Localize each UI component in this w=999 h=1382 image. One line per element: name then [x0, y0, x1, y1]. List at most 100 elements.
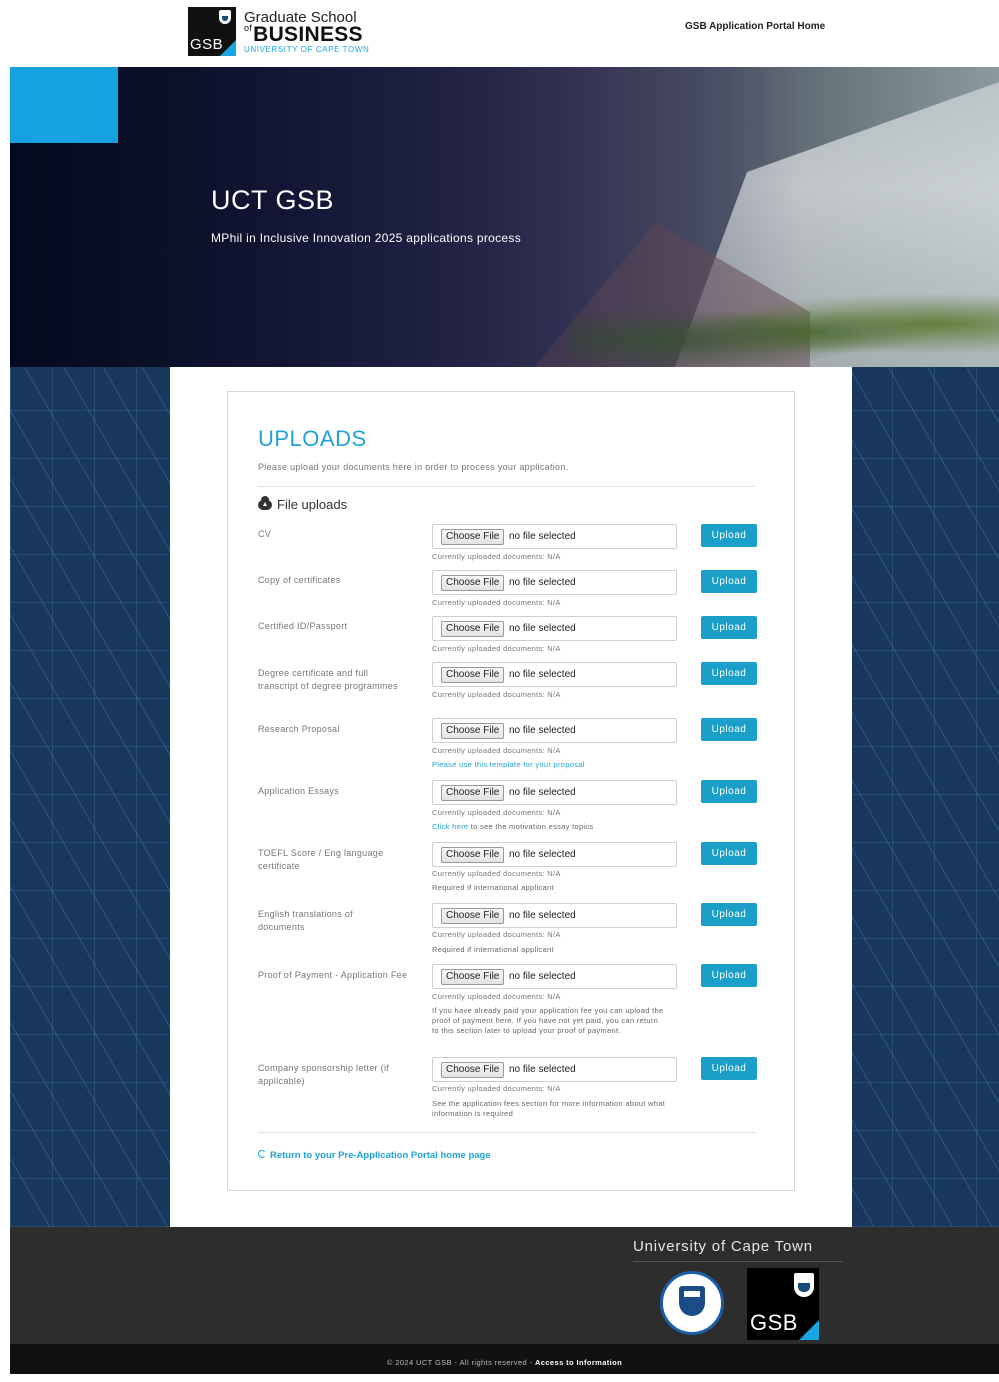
- logo-box-text: GSB: [190, 36, 224, 53]
- logo-of: of: [244, 23, 253, 33]
- divider-top: [258, 486, 756, 487]
- upload-label-proof-of-payment: Proof of Payment - Application Fee: [258, 970, 408, 980]
- file-input-proof-of-payment[interactable]: Choose File no file selected: [432, 964, 677, 989]
- file-input-research-proposal[interactable]: Choose File no file selected: [432, 718, 677, 743]
- current-docs: Currently uploaded documents: N/A: [432, 552, 561, 561]
- hero-accent-square: [10, 67, 118, 143]
- file-input-degree-certificate[interactable]: Choose File no file selected: [432, 662, 677, 687]
- crest-shield-icon: [679, 1286, 705, 1316]
- portal-home-link[interactable]: GSB Application Portal Home: [685, 21, 825, 32]
- gsb-logo-box: GSB: [188, 7, 236, 56]
- upload-label-application-essays: Application Essays: [258, 786, 339, 796]
- upload-button-toefl[interactable]: Upload: [701, 842, 757, 865]
- current-docs: Currently uploaded documents: N/A: [432, 869, 561, 878]
- upload-label-sponsorship-letter: Company sponsorship letter (if applicabl…: [258, 1063, 390, 1086]
- upload-label-toefl: TOEFL Score / Eng language certificate: [258, 848, 384, 871]
- upload-label-id-passport: Certified ID/Passport: [258, 621, 348, 631]
- essay-topics-text: to see the motivation essay topics: [468, 822, 594, 831]
- translations-note: Required if international applicant: [432, 945, 554, 954]
- choose-file-button[interactable]: Choose File: [441, 847, 505, 863]
- gsb-footer-text: GSB: [750, 1310, 798, 1335]
- choose-file-button[interactable]: Choose File: [441, 969, 505, 985]
- current-docs: Currently uploaded documents: N/A: [432, 930, 561, 939]
- no-file-text: no file selected: [509, 910, 576, 921]
- hero-subtitle: MPhil in Inclusive Innovation 2025 appli…: [211, 231, 522, 245]
- upload-button-application-essays[interactable]: Upload: [701, 780, 757, 803]
- file-input-application-essays[interactable]: Choose File no file selected: [432, 780, 677, 805]
- choose-file-button[interactable]: Choose File: [441, 575, 505, 591]
- current-docs: Currently uploaded documents: N/A: [432, 808, 561, 817]
- hero-overlay: [10, 67, 999, 367]
- upload-button-proof-of-payment[interactable]: Upload: [701, 964, 757, 987]
- choose-file-button[interactable]: Choose File: [441, 1062, 505, 1078]
- choose-file-button[interactable]: Choose File: [441, 529, 505, 545]
- upload-label-english-translations: English translations of documents: [258, 909, 353, 932]
- upload-label-research-proposal: Research Proposal: [258, 724, 340, 734]
- upload-button-english-translations[interactable]: Upload: [701, 903, 757, 926]
- return-home-text: Return to your Pre-Application Portal ho…: [270, 1150, 491, 1161]
- current-docs: Currently uploaded documents: N/A: [432, 644, 561, 653]
- essay-topics-note: Click here to see the motivation essay t…: [432, 822, 667, 832]
- gsb-corner-accent: [799, 1320, 819, 1340]
- current-docs: Currently uploaded documents: N/A: [432, 992, 561, 1001]
- upload-button-degree-certificate[interactable]: Upload: [701, 662, 757, 685]
- file-input-toefl[interactable]: Choose File no file selected: [432, 842, 677, 867]
- no-file-text: no file selected: [509, 669, 576, 680]
- no-file-text: no file selected: [509, 623, 576, 634]
- upload-button-certificates[interactable]: Upload: [701, 570, 757, 593]
- copyright-text: © 2024 UCT GSB - All rights reserved -: [386, 1358, 535, 1367]
- logo-line3: UNIVERSITY OF CAPE TOWN: [244, 45, 370, 54]
- divider-bottom: [258, 1132, 756, 1133]
- footer-divider: [633, 1261, 843, 1262]
- file-uploads-heading-text: File uploads: [277, 497, 348, 512]
- upload-label-certificates: Copy of certificates: [258, 575, 341, 585]
- file-uploads-heading: File uploads: [258, 495, 348, 512]
- no-file-text: no file selected: [509, 787, 576, 798]
- upload-button-cv[interactable]: Upload: [701, 524, 757, 547]
- file-input-id-passport[interactable]: Choose File no file selected: [432, 616, 677, 641]
- sponsorship-note: See the application fees section for mor…: [432, 1099, 666, 1118]
- uct-shield-icon: [219, 10, 231, 24]
- choose-file-button[interactable]: Choose File: [441, 667, 505, 683]
- choose-file-button[interactable]: Choose File: [441, 621, 505, 637]
- gsb-logo[interactable]: GSB Graduate School ofBUSINESS UNIVERSIT…: [188, 7, 369, 56]
- main-card: UPLOADS Please upload your documents her…: [170, 367, 852, 1227]
- access-to-information-link[interactable]: Access to Information: [535, 1358, 622, 1367]
- proposal-template-link[interactable]: Please use this template for your propos…: [432, 760, 585, 769]
- file-input-english-translations[interactable]: Choose File no file selected: [432, 903, 677, 928]
- upload-label-cv: CV: [258, 529, 272, 539]
- copyright-bar: © 2024 UCT GSB - All rights reserved - A…: [10, 1344, 999, 1374]
- toefl-note: Required if international applicant: [432, 883, 554, 892]
- file-input-certificates[interactable]: Choose File no file selected: [432, 570, 677, 595]
- hero-banner: UCT GSB MPhil in Inclusive Innovation 20…: [10, 67, 999, 367]
- no-file-text: no file selected: [509, 577, 576, 588]
- uct-crest-icon[interactable]: [660, 1271, 724, 1335]
- uploads-description: Please upload your documents here in ord…: [258, 462, 569, 472]
- upload-button-id-passport[interactable]: Upload: [701, 616, 757, 639]
- logo-business: BUSINESS: [253, 23, 363, 46]
- file-input-sponsorship-letter[interactable]: Choose File no file selected: [432, 1057, 677, 1082]
- gsb-shield-icon: [794, 1273, 814, 1297]
- no-file-text: no file selected: [509, 531, 576, 542]
- no-file-text: no file selected: [509, 1064, 576, 1075]
- gsb-footer-logo[interactable]: GSB: [747, 1268, 819, 1340]
- current-docs: Currently uploaded documents: N/A: [432, 746, 561, 755]
- choose-file-button[interactable]: Choose File: [441, 785, 505, 801]
- return-home-link[interactable]: Return to your Pre-Application Portal ho…: [258, 1150, 491, 1161]
- site-footer: University of Cape Town GSB: [10, 1227, 999, 1344]
- choose-file-button[interactable]: Choose File: [441, 908, 505, 924]
- no-file-text: no file selected: [509, 725, 576, 736]
- current-docs: Currently uploaded documents: N/A: [432, 598, 561, 607]
- essay-topics-link[interactable]: Click here: [432, 822, 468, 831]
- upload-button-sponsorship-letter[interactable]: Upload: [701, 1057, 757, 1080]
- upload-label-degree-certificate: Degree certificate and full transcript o…: [258, 668, 398, 691]
- file-input-cv[interactable]: Choose File no file selected: [432, 524, 677, 549]
- upload-button-research-proposal[interactable]: Upload: [701, 718, 757, 741]
- choose-file-button[interactable]: Choose File: [441, 723, 505, 739]
- proposal-template-note: Please use this template for your propos…: [432, 760, 667, 770]
- cloud-upload-icon: [258, 495, 272, 510]
- return-icon: [258, 1150, 266, 1159]
- payment-note: If you have already paid your applicatio…: [432, 1006, 664, 1035]
- uploads-title: UPLOADS: [258, 426, 367, 451]
- no-file-text: no file selected: [509, 971, 576, 982]
